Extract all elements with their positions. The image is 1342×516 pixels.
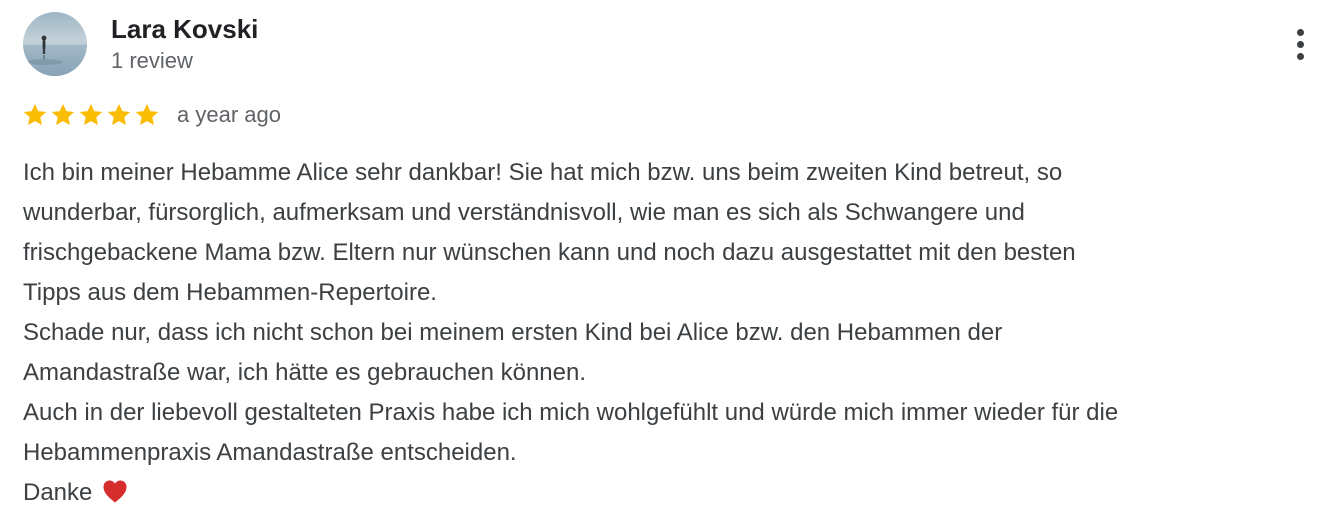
review-card: Lara Kovski 1 review a year ago Ich bin … [0, 0, 1342, 516]
review-text-line: wunderbar, fürsorglich, aufmerksam und v… [23, 199, 1025, 226]
review-text-line: Auch in der liebevoll gestalteten Praxis… [23, 399, 1119, 426]
star-icon [78, 102, 104, 128]
rating-row: a year ago [22, 100, 281, 130]
red-heart-icon [101, 478, 129, 504]
review-text-line: frischgebackene Mama bzw. Eltern nur wün… [23, 239, 1076, 266]
profile-photo [23, 12, 87, 76]
star-icon [134, 102, 160, 128]
review-text-line: Tipps aus dem Hebammen-Repertoire. [23, 279, 437, 306]
author-name[interactable]: Lara Kovski [111, 13, 258, 45]
author-review-count[interactable]: 1 review [111, 47, 193, 75]
review-text-line: Danke [23, 473, 1328, 513]
review-text-line: Hebammenpraxis Amandastraße entscheiden. [23, 439, 517, 466]
review-date: a year ago [177, 102, 281, 127]
star-icon [50, 102, 76, 128]
avatar[interactable] [23, 12, 87, 76]
review-text-line: Schade nur, dass ich nicht schon bei mei… [23, 319, 1003, 346]
review-text: Ich bin meiner Hebamme Alice sehr dankba… [23, 153, 1328, 513]
review-text-line: Ich bin meiner Hebamme Alice sehr dankba… [23, 159, 1063, 186]
star-rating [22, 102, 160, 128]
star-icon [22, 102, 48, 128]
star-icon [106, 102, 132, 128]
review-text-line: Amandastraße war, ich hätte es gebrauche… [23, 359, 587, 386]
more-vertical-icon [1297, 29, 1304, 36]
more-options-button[interactable] [1283, 26, 1319, 62]
